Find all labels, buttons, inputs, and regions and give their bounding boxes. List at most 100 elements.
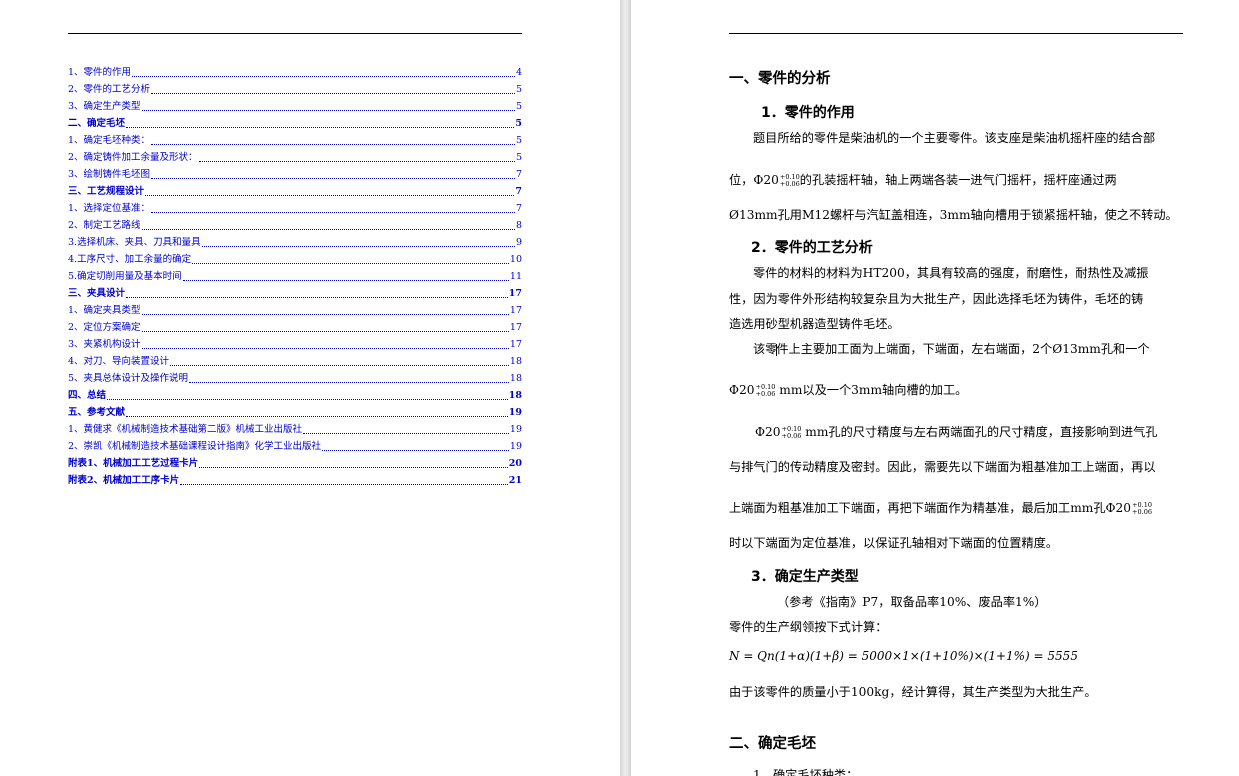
toc-entry[interactable]: 三、工艺规程设计 7	[68, 181, 522, 198]
toc-leader	[132, 76, 515, 77]
toc-entry[interactable]: 四、总结 18	[68, 385, 522, 402]
header-rule	[68, 33, 522, 34]
toc-entry-title: 1、确定夹具类型	[68, 305, 141, 316]
tolerance: +0.10 +0.06	[755, 382, 776, 398]
toc-entry-title: 3、确定生产类型	[68, 101, 141, 112]
toc-entry[interactable]: 4、对刀、导向装置设计 18	[68, 351, 522, 368]
toc-entry-page: 18	[509, 356, 522, 367]
toc-leader	[303, 433, 509, 434]
toc-entry-page: 5	[515, 135, 522, 146]
toc-entry-page: 11	[509, 271, 522, 282]
toc-entry[interactable]: 3、夹紧机构设计 17	[68, 334, 522, 351]
toc-leader	[151, 212, 515, 213]
toc-entry[interactable]: 五、参考文献 19	[68, 402, 522, 419]
toc-leader	[126, 297, 508, 298]
toc-entry[interactable]: 2、制定工艺路线 8	[68, 215, 522, 232]
toc-entry[interactable]: 附表1、机械加工工艺过程卡片 20	[68, 453, 522, 470]
toc-leader	[151, 93, 515, 94]
toc-entry-title: 二、确定毛坯	[68, 118, 126, 129]
toc-entry-title: 五、参考文献	[68, 407, 126, 418]
paragraph-line: 上端面为粗基准加工下端面，再把下端面作为精基准，最后加工mm孔Φ20 +0.10 +…	[729, 500, 1152, 516]
toc-entry-page: 7	[515, 203, 522, 214]
toc-entry-title: 四、总结	[68, 390, 107, 401]
toc-leader	[141, 314, 509, 315]
toc-entry[interactable]: 3、确定生产类型 5	[68, 96, 522, 113]
paragraph-line[interactable]: 该零件上主要加工面为上端面，下端面，左右端面，2个Ø13mm孔和一个	[753, 339, 1150, 357]
paragraph-line: 性，因为零件外形结构较复杂且为大批生产，因此选择毛坯为铸件，毛坯的铸	[729, 292, 1144, 306]
toc-leader	[189, 382, 509, 383]
toc-entry-title: 5、夹具总体设计及操作说明	[68, 373, 189, 384]
toc-entry-title: 1、零件的作用	[68, 67, 132, 78]
toc-entry-page: 19	[509, 424, 522, 435]
toc-leader	[151, 144, 515, 145]
toc-entry-title: 4、对刀、导向装置设计	[68, 356, 170, 367]
toc-entry-title: 1、选择定位基准：	[68, 203, 151, 214]
toc-entry-page: 19	[508, 407, 522, 418]
toc-entry[interactable]: 1、确定夹具类型 17	[68, 300, 522, 317]
toc-entry-title: 1、黄健求《机械制造技术基础第二版》机械工业出版社	[68, 424, 303, 435]
toc-entry[interactable]: 三、夹具设计 17	[68, 283, 522, 300]
toc-entry[interactable]: 3、绘制铸件毛坯图 7	[68, 164, 522, 181]
toc-entry-title: 2、崇凯《机械制造技术基础课程设计指南》化学工业出版社	[68, 441, 322, 452]
toc-entry-page: 5	[515, 118, 522, 129]
toc-entry-page: 17	[509, 305, 522, 316]
toc-page: 1、零件的作用 4 2、零件的工艺分析 5 3、确定生产类型 5 二、确定毛坯 5 1、确定毛坯…	[0, 0, 620, 776]
toc-entry[interactable]: 2、崇凯《机械制造技术基础课程设计指南》化学工业出版社 19	[68, 436, 522, 453]
toc-entry[interactable]: 5.确定切削用量及基本时间 11	[68, 266, 522, 283]
toc-leader	[141, 110, 515, 111]
paragraph-line: Φ20 +0.10 +0.06 mm以及一个3mm轴向槽的加工。	[729, 382, 968, 398]
toc-entry-page: 18	[508, 390, 522, 401]
toc-entry[interactable]: 1、确定毛坯种类： 5	[68, 130, 522, 147]
toc-entry[interactable]: 3.选择机床、夹具、刀具和量具 9	[68, 232, 522, 249]
toc-leader	[126, 127, 515, 128]
toc-entry[interactable]: 4.工序尺寸、加工余量的确定 10	[68, 249, 522, 266]
toc-entry[interactable]: 1、选择定位基准： 7	[68, 198, 522, 215]
toc-entry-page: 8	[515, 220, 522, 231]
toc-leader	[199, 467, 508, 468]
toc-leader	[198, 161, 515, 162]
toc-entry-title: 附表2、机械加工工序卡片	[68, 475, 180, 486]
toc-entry-page: 7	[515, 186, 522, 197]
tolerance: +0.10 +0.06	[1132, 500, 1152, 516]
toc-entry[interactable]: 附表2、机械加工工序卡片 21	[68, 470, 522, 487]
toc-entry-title: 2、定位方案确定	[68, 322, 141, 333]
toc-entry-title: 3.选择机床、夹具、刀具和量具	[68, 237, 201, 248]
paragraph-line: 零件的生产纲领按下式计算：	[729, 620, 888, 634]
toc-leader	[192, 263, 509, 264]
toc-leader	[141, 348, 509, 349]
paragraph-line: 题目所给的零件是柴油机的一个主要零件。该支座是柴油机摇杆座的结合部	[753, 131, 1156, 145]
toc-entry-page: 5	[515, 101, 522, 112]
heading-determine-blank: 二、确定毛坯	[729, 736, 816, 752]
toc-entry-page: 5	[515, 84, 522, 95]
paragraph-line: 位，Φ20 +0.10 +0.06 的孔装摇杆轴，轴上两端各装一进气门摇杆，摇杆座通过…	[729, 172, 1117, 188]
toc-entry[interactable]: 2、确定铸件加工余量及形状： 5	[68, 147, 522, 164]
toc-entry-title: 1、确定毛坯种类：	[68, 135, 151, 146]
toc-leader	[141, 331, 509, 332]
header-rule	[729, 33, 1183, 34]
paragraph-line: Ø13mm孔用M12螺杆与汽缸盖相连，3mm轴向槽用于锁紧摇杆轴，使之不转动。	[729, 208, 1178, 222]
toc-entry-title: 5.确定切削用量及基本时间	[68, 271, 182, 282]
toc-entry[interactable]: 2、定位方案确定 17	[68, 317, 522, 334]
toc-entry[interactable]: 1、零件的作用 4	[68, 62, 522, 79]
page-gutter	[620, 0, 631, 776]
toc-entry-title: 2、制定工艺路线	[68, 220, 141, 231]
toc-leader	[107, 399, 508, 400]
paragraph-line: 造选用砂型机器造型铸件毛坯。	[729, 317, 900, 331]
toc-entry-page: 9	[515, 237, 522, 248]
toc-entry[interactable]: 1、黄健求《机械制造技术基础第二版》机械工业出版社 19	[68, 419, 522, 436]
toc-entry-page: 5	[515, 152, 522, 163]
toc-entry[interactable]: 二、确定毛坯 5	[68, 113, 522, 130]
toc-entry-title: 附表1、机械加工工艺过程卡片	[68, 458, 199, 469]
toc-entry-page: 20	[508, 458, 522, 469]
toc-leader	[182, 280, 509, 281]
paragraph-line: Φ20 +0.10 +0.06 mm孔的尺寸精度与左右两端面孔的尺寸精度，直接影响到…	[755, 424, 1158, 440]
toc-leader	[322, 450, 509, 451]
toc-entry-page: 7	[515, 169, 522, 180]
toc-entry-title: 2、确定铸件加工余量及形状：	[68, 152, 198, 163]
subheading-blank-type: 1、确定毛坯种类：	[753, 768, 859, 776]
toc-entry[interactable]: 2、零件的工艺分析 5	[68, 79, 522, 96]
toc-entry-title: 3、绘制铸件毛坯图	[68, 169, 151, 180]
toc-entry[interactable]: 5、夹具总体设计及操作说明 18	[68, 368, 522, 385]
toc-entry-title: 2、零件的工艺分析	[68, 84, 151, 95]
paragraph-line: 时以下端面为定位基准，以保证孔轴相对下端面的位置精度。	[729, 536, 1059, 550]
